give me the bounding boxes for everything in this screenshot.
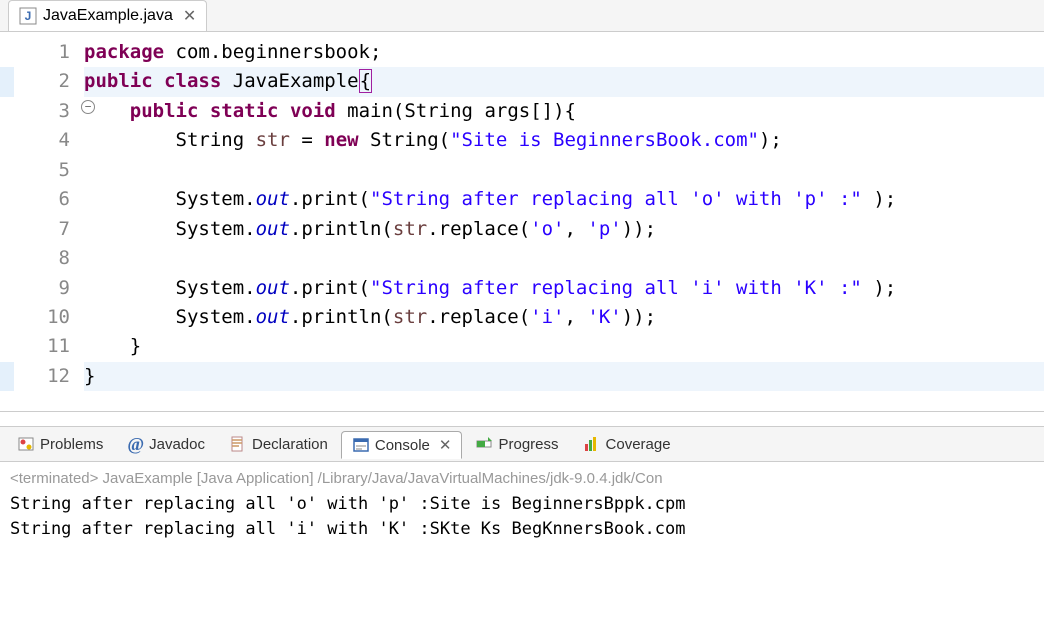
tab-javadoc[interactable]: @ Javadoc xyxy=(116,429,216,460)
gutter-marker xyxy=(0,215,14,244)
line-number: 1 xyxy=(14,38,84,67)
declaration-icon xyxy=(229,435,247,453)
close-icon[interactable]: ✕ xyxy=(183,6,196,26)
tab-label: Progress xyxy=(498,436,558,453)
line-number: 9 xyxy=(14,274,84,303)
svg-text:J: J xyxy=(25,9,32,23)
gutter-marker xyxy=(0,156,14,185)
code-line[interactable]: 10 System.out.println(str.replace('i', '… xyxy=(0,303,1044,332)
fold-toggle-icon[interactable]: − xyxy=(81,100,95,114)
progress-icon xyxy=(475,435,493,453)
line-content[interactable]: package com.beginnersbook; xyxy=(84,38,1044,67)
line-content[interactable]: public static void main(String args[]){ xyxy=(84,97,1044,126)
editor-tab-javaexample[interactable]: J JavaExample.java ✕ xyxy=(8,0,207,31)
tab-coverage[interactable]: Coverage xyxy=(572,430,682,458)
code-line[interactable]: 7 System.out.println(str.replace('o', 'p… xyxy=(0,215,1044,244)
line-number: 7 xyxy=(14,215,84,244)
code-line[interactable]: 9 System.out.print("String after replaci… xyxy=(0,274,1044,303)
close-icon[interactable]: ✕ xyxy=(439,436,452,454)
code-line[interactable]: 2public class JavaExample{ xyxy=(0,67,1044,96)
console-line: String after replacing all 'i' with 'K' … xyxy=(10,517,1034,542)
line-content[interactable]: } xyxy=(84,332,1044,361)
gutter-marker xyxy=(0,362,14,391)
tab-label: Declaration xyxy=(252,436,328,453)
console-run-header: <terminated> JavaExample [Java Applicati… xyxy=(10,468,1034,490)
coverage-icon xyxy=(583,435,601,453)
line-number: 8 xyxy=(14,244,84,273)
line-number: 4 xyxy=(14,126,84,155)
gutter-marker xyxy=(0,67,14,96)
line-number: 12 xyxy=(14,362,84,391)
line-number: 5 xyxy=(14,156,84,185)
tab-label: Javadoc xyxy=(149,436,205,453)
editor-area: J JavaExample.java ✕ 1package com.beginn… xyxy=(0,0,1044,412)
gutter-marker xyxy=(0,97,14,126)
line-content[interactable]: System.out.println(str.replace('i', 'K')… xyxy=(84,303,1044,332)
gutter-marker xyxy=(0,185,14,214)
tab-label: Problems xyxy=(40,436,103,453)
gutter-marker xyxy=(0,38,14,67)
editor-tab-label: JavaExample.java xyxy=(43,7,173,25)
code-area[interactable]: 1package com.beginnersbook;2public class… xyxy=(0,32,1044,411)
console-line: String after replacing all 'o' with 'p' … xyxy=(10,492,1034,517)
line-content[interactable]: } xyxy=(84,362,1044,391)
console-content[interactable]: <terminated> JavaExample [Java Applicati… xyxy=(0,462,1044,547)
console-icon xyxy=(352,436,370,454)
line-content[interactable]: System.out.print("String after replacing… xyxy=(84,274,1044,303)
code-line[interactable]: 8 xyxy=(0,244,1044,273)
line-content[interactable]: String str = new String("Site is Beginne… xyxy=(84,126,1044,155)
line-content[interactable]: System.out.println(str.replace('o', 'p')… xyxy=(84,215,1044,244)
gutter-marker xyxy=(0,274,14,303)
line-number: 11 xyxy=(14,332,84,361)
tab-progress[interactable]: Progress xyxy=(464,430,569,458)
tab-problems[interactable]: Problems xyxy=(6,430,114,458)
line-number: 6 xyxy=(14,185,84,214)
java-file-icon: J xyxy=(19,7,37,25)
console-output: String after replacing all 'o' with 'p' … xyxy=(10,492,1034,541)
gutter-marker xyxy=(0,244,14,273)
code-line[interactable]: 4 String str = new String("Site is Begin… xyxy=(0,126,1044,155)
editor-tab-bar: J JavaExample.java ✕ xyxy=(0,0,1044,32)
bottom-panel: Problems @ Javadoc Declaration Console ✕… xyxy=(0,426,1044,547)
bottom-tab-bar: Problems @ Javadoc Declaration Console ✕… xyxy=(0,426,1044,462)
problems-icon xyxy=(17,435,35,453)
line-content[interactable] xyxy=(84,244,1044,273)
code-line[interactable]: 11 } xyxy=(0,332,1044,361)
line-content[interactable]: System.out.print("String after replacing… xyxy=(84,185,1044,214)
gutter-marker xyxy=(0,303,14,332)
tab-console[interactable]: Console ✕ xyxy=(341,431,463,459)
code-line[interactable]: 5 xyxy=(0,156,1044,185)
line-number: 3− xyxy=(14,97,84,126)
tab-label: Console xyxy=(375,437,430,454)
code-line[interactable]: 6 System.out.print("String after replaci… xyxy=(0,185,1044,214)
line-content[interactable]: public class JavaExample{ xyxy=(84,67,1044,96)
line-content[interactable] xyxy=(84,156,1044,185)
code-line[interactable]: 1package com.beginnersbook; xyxy=(0,38,1044,67)
code-line[interactable]: 12} xyxy=(0,362,1044,391)
line-number: 2 xyxy=(14,67,84,96)
code-line[interactable]: 3− public static void main(String args[]… xyxy=(0,97,1044,126)
tab-declaration[interactable]: Declaration xyxy=(218,430,339,458)
gutter-marker xyxy=(0,332,14,361)
tab-label: Coverage xyxy=(606,436,671,453)
gutter-marker xyxy=(0,126,14,155)
javadoc-icon: @ xyxy=(127,434,144,455)
line-number: 10 xyxy=(14,303,84,332)
